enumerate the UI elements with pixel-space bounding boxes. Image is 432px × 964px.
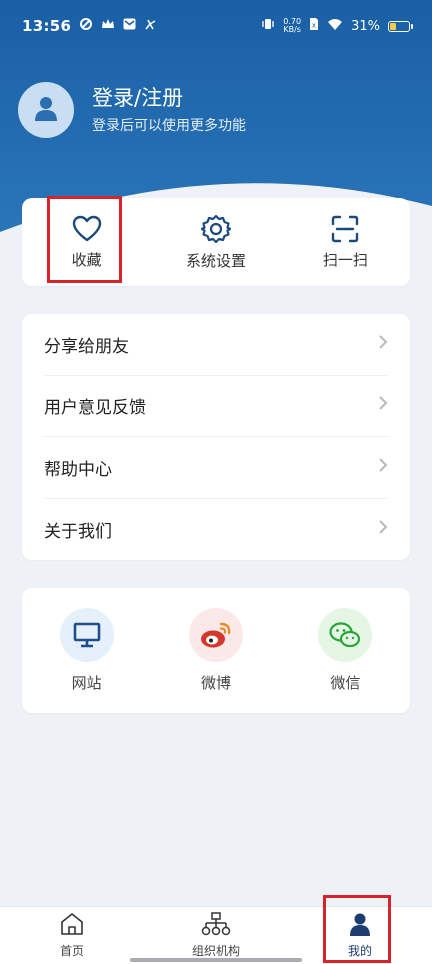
svg-text:x: x: [312, 22, 316, 30]
tab-mine[interactable]: 我的: [288, 907, 432, 964]
home-indicator: [130, 958, 302, 962]
system-settings-button[interactable]: 系统设置: [151, 198, 280, 286]
login-title[interactable]: 登录/注册: [92, 85, 246, 111]
menu-item-label: 用户意见反馈: [44, 398, 146, 419]
weibo-label: 微博: [200, 674, 231, 692]
gear-icon: [200, 214, 231, 244]
tab-organization-label: 组织机构: [191, 944, 240, 958]
app-notification-icon: [144, 18, 157, 35]
chevron-right-icon: [378, 395, 388, 416]
quick-actions-card: 收藏 系统设置 扫一扫: [22, 198, 410, 286]
home-icon: [59, 912, 85, 939]
menu-list: 分享给朋友 用户意见反馈 帮助中心 关于我们: [22, 314, 410, 560]
mail-icon: [123, 18, 136, 34]
status-time: 13:56: [22, 17, 72, 35]
scan-icon: [331, 215, 359, 243]
menu-item-label: 帮助中心: [44, 459, 112, 480]
vibrate-icon: [261, 17, 275, 35]
scan-button[interactable]: 扫一扫: [281, 198, 410, 286]
crown-icon: [101, 18, 115, 34]
wifi-icon: [327, 18, 343, 35]
monitor-icon: [59, 608, 114, 662]
weibo-link[interactable]: 微博: [151, 608, 280, 693]
sim-icon: x: [309, 17, 319, 35]
menu-item-feedback[interactable]: 用户意见反馈: [44, 376, 388, 437]
social-links-card: 网站 微博 微信: [22, 588, 410, 713]
tab-mine-label: 我的: [347, 944, 372, 958]
menu-item-label: 分享给朋友: [44, 336, 129, 357]
system-settings-label: 系统设置: [185, 251, 246, 270]
tab-home-label: 首页: [59, 944, 84, 958]
wechat-link[interactable]: 微信: [281, 608, 410, 693]
battery-icon: [388, 20, 413, 32]
bottom-tab-bar: 首页 组织机构 我的: [0, 906, 432, 964]
website-label: 网站: [71, 674, 102, 692]
website-link[interactable]: 网站: [22, 608, 151, 693]
org-chart-icon: [201, 912, 231, 939]
avatar[interactable]: [18, 82, 74, 138]
weibo-icon: [188, 608, 243, 662]
network-speed: 0.70 KB/s: [283, 18, 301, 34]
login-profile[interactable]: 登录/注册 登录后可以使用更多功能: [18, 82, 246, 138]
status-bar: 13:56 0.70 KB/s x 31%: [0, 0, 432, 52]
favorites-label: 收藏: [71, 250, 102, 269]
wechat-icon: [318, 608, 373, 662]
favorites-button[interactable]: 收藏: [22, 198, 151, 286]
scan-label: 扫一扫: [322, 250, 368, 269]
heart-icon: [72, 215, 102, 243]
speed-unit: KB/s: [283, 25, 301, 34]
tab-home[interactable]: 首页: [0, 907, 144, 964]
login-subtitle: 登录后可以使用更多功能: [92, 118, 246, 134]
user-icon: [348, 912, 372, 939]
menu-item-help[interactable]: 帮助中心: [44, 437, 388, 499]
chevron-right-icon: [378, 457, 388, 478]
battery-percent: 31%: [351, 18, 380, 34]
menu-item-about[interactable]: 关于我们: [44, 499, 388, 561]
menu-item-share[interactable]: 分享给朋友: [44, 314, 388, 376]
wechat-label: 微信: [330, 674, 361, 692]
user-icon: [32, 94, 60, 126]
chevron-right-icon: [378, 334, 388, 355]
sync-icon: [79, 17, 93, 35]
chevron-right-icon: [378, 519, 388, 540]
menu-item-label: 关于我们: [44, 521, 112, 542]
tab-organization[interactable]: 组织机构: [144, 907, 288, 964]
